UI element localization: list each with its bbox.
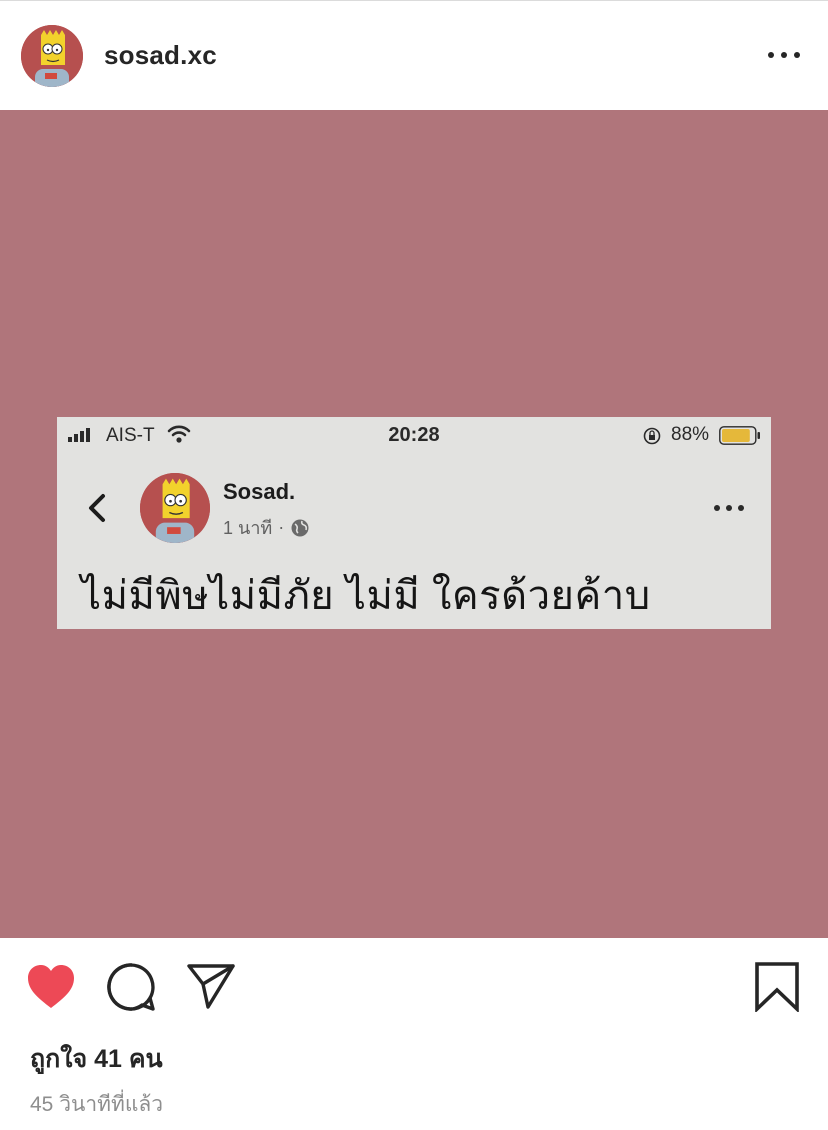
post-meta: 1 นาที · bbox=[223, 513, 310, 542]
author-name: Sosad. bbox=[223, 479, 296, 504]
post-header: sosad.xc bbox=[0, 0, 828, 110]
more-icon bbox=[714, 503, 744, 513]
embedded-screenshot: AIS-T 20:28 88% Sosad. 1 นาที · ไม่มีพิษ… bbox=[57, 417, 771, 629]
more-icon[interactable] bbox=[768, 44, 800, 66]
action-bar bbox=[0, 938, 828, 1038]
more-dot bbox=[714, 505, 720, 511]
status-bar: AIS-T 20:28 88% bbox=[57, 417, 771, 453]
bookmark-icon[interactable] bbox=[754, 962, 800, 1012]
avatar-cartoon-icon bbox=[21, 25, 83, 87]
back-chevron-icon bbox=[89, 494, 105, 522]
avatar[interactable] bbox=[21, 25, 83, 87]
username[interactable]: sosad.xc bbox=[104, 40, 217, 71]
more-dot bbox=[794, 52, 800, 58]
post-image[interactable]: AIS-T 20:28 88% Sosad. 1 นาที · ไม่มีพิษ… bbox=[0, 110, 828, 938]
rotation-lock-icon bbox=[643, 427, 661, 445]
post-timestamp: 45 วินาทีที่แล้ว bbox=[30, 1093, 164, 1116]
status-time: 20:28 bbox=[388, 424, 440, 446]
more-dot bbox=[738, 505, 744, 511]
like-count[interactable]: ถูกใจ 41 คน bbox=[30, 1039, 163, 1079]
globe-icon bbox=[291, 519, 309, 536]
battery-icon bbox=[719, 426, 760, 445]
comment-icon[interactable] bbox=[107, 962, 157, 1012]
post-text: ไม่มีพิษไม่มีภัย ไม่มี ใครด้วยค้าบ bbox=[81, 574, 651, 618]
more-dot bbox=[768, 52, 774, 58]
share-icon[interactable] bbox=[186, 962, 236, 1010]
time-ago: 1 นาที bbox=[223, 518, 273, 538]
avatar-cartoon-icon bbox=[140, 473, 210, 543]
heart-icon[interactable] bbox=[26, 964, 76, 1010]
meta-separator: · bbox=[278, 517, 285, 537]
more-dot bbox=[726, 505, 732, 511]
more-dot bbox=[781, 52, 787, 58]
author-avatar bbox=[140, 473, 210, 543]
battery-percent: 88% bbox=[671, 424, 710, 445]
